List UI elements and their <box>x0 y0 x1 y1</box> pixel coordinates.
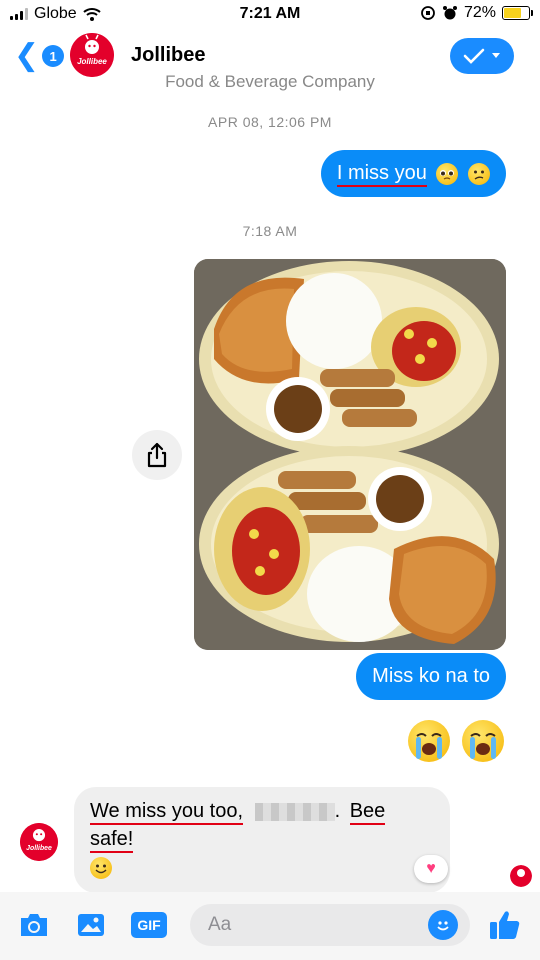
read-receipt-avatar <box>510 865 532 887</box>
dropdown-icon <box>492 53 500 58</box>
battery-percent: 72% <box>463 4 496 21</box>
jollibee-logo-icon: Jollibee <box>20 823 58 861</box>
share-icon <box>147 442 167 468</box>
message-timestamp: APR 08, 12:06 PM <box>208 114 332 130</box>
emoji-icon <box>437 921 449 931</box>
gif-label: GIF <box>137 917 161 933</box>
unread-badge: 1 <box>42 45 65 67</box>
svg-text:Jollibee: Jollibee <box>77 57 107 66</box>
crying-face-icon <box>462 720 504 762</box>
checkmark-icon <box>463 48 485 64</box>
sender-avatar[interactable]: Jollibee <box>20 823 58 861</box>
pleading-face-icon <box>436 162 459 185</box>
share-button[interactable] <box>132 430 182 480</box>
heart-icon: ♥ <box>426 860 436 877</box>
message-text: I miss you <box>336 162 427 187</box>
message-timestamp-2: 7:18 AM <box>242 223 298 239</box>
thumbs-up-icon <box>490 911 520 939</box>
orientation-lock-icon <box>421 6 435 20</box>
shared-photo[interactable] <box>194 259 506 650</box>
alarm-icon <box>442 6 457 20</box>
contact-avatar[interactable]: Jollibee <box>70 33 114 77</box>
photo-button[interactable] <box>74 908 108 942</box>
message-text-part1: We miss you too, <box>90 800 244 825</box>
message-text-part2: . <box>334 800 341 822</box>
gif-button[interactable]: GIF <box>130 908 168 942</box>
photo-icon <box>78 914 104 936</box>
back-chevron-icon: ❮ <box>14 39 40 72</box>
svg-text:Jollibee: Jollibee <box>26 845 52 852</box>
camera-button[interactable] <box>17 908 51 942</box>
page-category: Food & Beverage Company <box>165 72 375 91</box>
message-input-box[interactable] <box>190 904 470 946</box>
food-photo-image <box>194 259 506 650</box>
gif-icon: GIF <box>131 912 167 938</box>
heart-reaction[interactable]: ♥ <box>414 855 448 883</box>
contact-name[interactable]: Jollibee <box>131 44 205 67</box>
smiling-face-icon <box>90 856 112 879</box>
status-bar: Globe 7:21 AM 72% <box>0 0 540 30</box>
battery-icon <box>502 6 533 20</box>
jollibee-logo-icon <box>510 865 532 887</box>
outgoing-message-2[interactable]: Miss ko na to <box>356 653 506 700</box>
jollibee-logo-icon: Jollibee <box>70 33 114 77</box>
redacted-name <box>254 802 335 821</box>
outgoing-message[interactable]: I miss you <box>320 150 506 197</box>
crying-face-icon <box>408 720 450 762</box>
camera-icon <box>21 914 47 936</box>
message-input[interactable] <box>208 914 408 936</box>
emoji-message[interactable] <box>408 720 504 762</box>
message-text-2: Miss ko na to <box>372 665 490 687</box>
battery-fill <box>504 8 522 18</box>
incoming-message[interactable]: We miss you too, . Bee safe! <box>74 787 450 893</box>
status-right: 72% <box>420 4 533 22</box>
back-button[interactable]: ❮ 1 <box>14 39 65 72</box>
message-composer: GIF <box>0 892 540 960</box>
like-button[interactable] <box>488 908 522 942</box>
confused-face-icon <box>468 162 490 185</box>
emoji-button[interactable] <box>428 910 458 940</box>
verified-dropdown-button[interactable] <box>450 38 514 74</box>
